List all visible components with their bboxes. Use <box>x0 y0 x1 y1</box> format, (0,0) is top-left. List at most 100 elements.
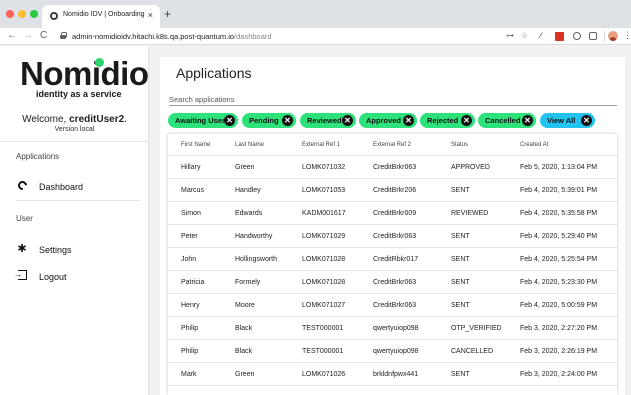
table-row[interactable]: Mark Green LOMK071026 brkldnfpwx441 SENT… <box>168 363 617 386</box>
close-icon[interactable]: ✕ <box>522 115 533 126</box>
dashboard-ring-icon <box>15 179 29 192</box>
table-row[interactable]: Marcus Handley LOMK071053 CreditBrkr206 … <box>168 179 617 202</box>
column-header[interactable]: Created At <box>520 142 548 148</box>
sidebar-item-settings[interactable]: ✱ Settings <box>16 243 140 259</box>
close-icon[interactable]: ✕ <box>342 115 353 126</box>
external-ref-2-cell: CreditBrkr063 <box>373 164 417 171</box>
browser-menu-icon[interactable]: ⋮ <box>623 30 631 41</box>
chip-label: Approved <box>366 116 402 125</box>
status-cell: SENT <box>451 371 470 378</box>
welcome-prefix: Welcome, <box>22 114 70 125</box>
bookmark-star-icon[interactable]: ☆ <box>521 31 528 41</box>
url-path: /dashboard <box>234 32 272 41</box>
chip-label: View All <box>547 116 576 125</box>
table-row[interactable]: John Hollingsworth LOMK071028 CreditRbkr… <box>168 248 617 271</box>
search-input[interactable] <box>169 94 617 106</box>
version-label: Version local <box>54 126 95 133</box>
sidebar-divider <box>16 200 140 201</box>
filter-chip-approved[interactable]: Approved ✕ <box>359 113 417 128</box>
key-icon[interactable]: ⊶ <box>506 31 514 41</box>
table-row[interactable]: Simon Edwards KADM001617 CreditBrkr009 R… <box>168 202 617 225</box>
external-ref-2-cell: CreditBrkr063 <box>373 233 417 240</box>
last-name-cell: Handworthy <box>235 233 273 240</box>
close-icon[interactable]: ✕ <box>224 115 235 126</box>
column-header[interactable]: Status <box>451 142 468 148</box>
external-ref-1-cell: LOMK071027 <box>302 302 346 309</box>
new-tab-button[interactable]: + <box>164 8 171 20</box>
first-name-cell: John <box>181 256 197 263</box>
status-cell: SENT <box>451 279 470 286</box>
created-at-cell: Feb 4, 2020, 5:25:54 PM <box>520 256 598 263</box>
sidebar-item-label: Settings <box>39 245 72 255</box>
created-at-cell: Feb 5, 2020, 1:13:04 PM <box>520 164 598 171</box>
sidebar-item-logout[interactable]: Logout <box>14 268 140 286</box>
first-name-cell: Mark <box>181 371 197 378</box>
close-icon[interactable]: ✕ <box>282 115 293 126</box>
status-cell: OTP_VERIFIED <box>451 325 502 332</box>
column-header[interactable]: Last Name <box>235 142 264 148</box>
url-host: admin-nomidioidv.hitachi.k8s.qa.post-qua… <box>72 32 235 41</box>
window-maximize-button[interactable] <box>30 10 38 18</box>
profile-avatar-icon[interactable] <box>608 31 618 41</box>
chip-label: Reviewed <box>307 116 342 125</box>
created-at-cell: Feb 4, 2020, 5:29:40 PM <box>520 233 598 240</box>
extension-box-icon[interactable] <box>589 32 597 40</box>
status-cell: CANCELLED <box>451 348 494 355</box>
created-at-cell: Feb 4, 2020, 5:39:01 PM <box>520 187 598 194</box>
filter-chip-rejected[interactable]: Rejected ✕ <box>420 113 475 128</box>
pen-icon[interactable]: ∕ <box>540 31 541 41</box>
logo-tagline: identity as a service <box>36 89 122 99</box>
chip-label: Awaiting User <box>175 116 225 125</box>
back-arrow-icon[interactable]: ← <box>7 30 17 42</box>
status-cell: SENT <box>451 187 470 194</box>
filter-chip-cancelled[interactable]: Cancelled ✕ <box>478 113 536 128</box>
extension-circle-icon[interactable] <box>573 32 581 40</box>
table-row[interactable]: Philip Black TEST000001 qwertyuiop098 OT… <box>168 317 617 340</box>
sidebar-item-dashboard[interactable]: Dashboard <box>15 179 140 196</box>
table-row[interactable]: Philip Black TEST000001 qwertyuiop098 CA… <box>168 340 617 363</box>
created-at-cell: Feb 4, 2020, 5:23:30 PM <box>520 279 598 286</box>
chip-label: Pending <box>249 116 279 125</box>
close-icon[interactable]: ✕ <box>461 115 472 126</box>
first-name-cell: Hillary <box>181 164 201 171</box>
external-ref-2-cell: CreditBrkr063 <box>373 279 417 286</box>
column-header[interactable]: External Ref 1 <box>302 142 340 148</box>
first-name-cell: Henry <box>181 302 200 309</box>
column-header[interactable]: First Name <box>181 142 210 148</box>
logo: Nomidio <box>20 55 149 92</box>
extension-red-icon[interactable] <box>555 32 564 41</box>
created-at-cell: Feb 3, 2020, 2:26:19 PM <box>520 348 598 355</box>
forward-arrow-icon[interactable]: → <box>23 30 33 42</box>
status-cell: SENT <box>451 256 470 263</box>
table-row[interactable]: Peter Handworthy LOMK071029 CreditBrkr06… <box>168 225 617 248</box>
external-ref-2-cell: qwertyuiop098 <box>373 348 419 355</box>
welcome-suffix: . <box>124 114 127 125</box>
first-name-cell: Simon <box>181 210 201 217</box>
close-icon[interactable]: ✕ <box>403 115 414 126</box>
last-name-cell: Handley <box>235 187 261 194</box>
table-row[interactable]: Patricia Formely LOMK071028 CreditBrkr06… <box>168 271 617 294</box>
close-icon[interactable]: ✕ <box>581 115 592 126</box>
filter-chip-pending[interactable]: Pending ✕ <box>242 113 296 128</box>
site-favicon-icon <box>50 12 58 20</box>
address-bar[interactable]: admin-nomidioidv.hitachi.k8s.qa.post-qua… <box>56 30 528 43</box>
window-minimize-button[interactable] <box>18 10 26 18</box>
filter-chip-awaiting-user[interactable]: Awaiting User ✕ <box>168 113 238 128</box>
created-at-cell: Feb 4, 2020, 5:35:58 PM <box>520 210 598 217</box>
external-ref-1-cell: TEST000001 <box>302 348 344 355</box>
sidebar-item-label: Logout <box>39 272 67 282</box>
window-close-button[interactable] <box>6 10 14 18</box>
created-at-cell: Feb 3, 2020, 2:27:20 PM <box>520 325 598 332</box>
external-ref-2-cell: qwertyuiop098 <box>373 325 419 332</box>
filter-chip-reviewed[interactable]: Reviewed ✕ <box>300 113 356 128</box>
reload-icon[interactable]: C <box>40 30 47 42</box>
url-text[interactable]: admin-nomidioidv.hitachi.k8s.qa.post-qua… <box>72 32 272 41</box>
table-row[interactable]: Henry Moore LOMK071027 CreditBrkr063 SEN… <box>168 294 617 317</box>
table-row[interactable]: Hillary Green LOMK071032 CreditBrkr063 A… <box>168 156 617 179</box>
last-name-cell: Black <box>235 348 253 355</box>
column-header[interactable]: External Ref 2 <box>373 142 411 148</box>
filter-chip-view-all[interactable]: View All ✕ <box>540 113 595 128</box>
browser-tab[interactable]: Nomidio IDV | Onboarding × <box>42 5 160 28</box>
tab-close-icon[interactable]: × <box>148 10 153 20</box>
lock-icon <box>60 32 67 39</box>
